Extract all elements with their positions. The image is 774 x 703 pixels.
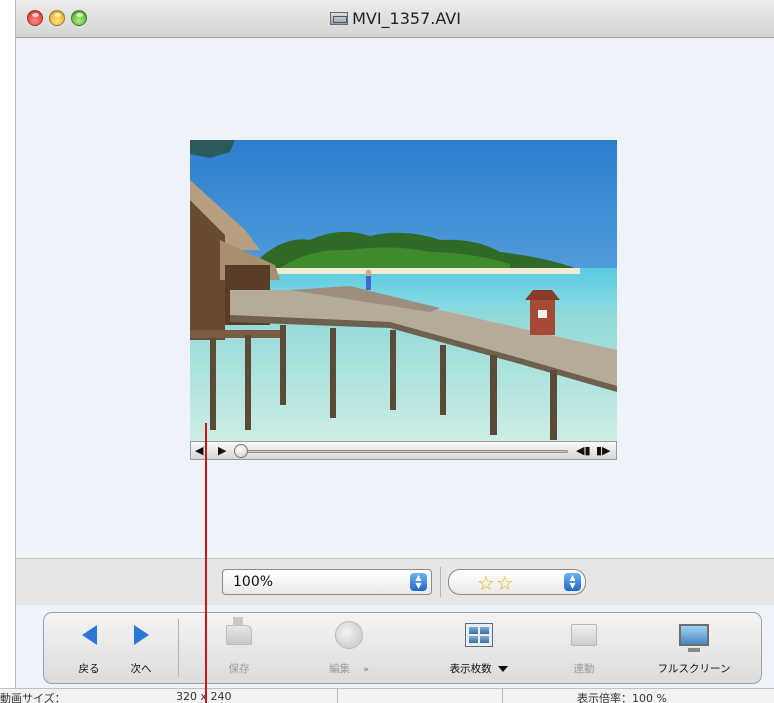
save-button[interactable]: 保存 (214, 617, 264, 676)
next-button[interactable]: 次へ (116, 617, 166, 676)
status-divider (502, 689, 503, 703)
seek-knob[interactable] (234, 444, 248, 458)
beach-video-image (190, 140, 617, 441)
movie-file-icon (330, 12, 349, 25)
display-count-label: 表示枚数 (449, 663, 492, 675)
display-count-label-wrap: 表示枚数 (439, 661, 519, 676)
step-forward-button[interactable]: ▮▶ (596, 443, 611, 459)
seek-track[interactable] (243, 450, 568, 453)
status-bar: 動画サイズ： 320 x 240 表示倍率：100 % (0, 688, 774, 703)
status-zoom-label: 表示倍率：100 % (577, 692, 667, 703)
play-button[interactable]: ▶ (218, 443, 232, 459)
video-frame[interactable] (190, 140, 617, 441)
fullscreen-button[interactable]: フルスクリーン (644, 617, 744, 676)
edit-label-wrap: 編集 » (319, 661, 379, 676)
volume-icon[interactable]: ◀) (195, 443, 211, 459)
continuous-button[interactable]: 連動 (559, 617, 609, 676)
annotation-pointer-line (205, 423, 207, 703)
back-arrow-icon (81, 625, 97, 645)
fullscreen-monitor-icon (679, 624, 709, 652)
status-size-value: 320 x 240 (176, 690, 232, 703)
back-button[interactable]: 戻る (64, 617, 114, 676)
zoom-stepper-icon[interactable]: ▲ ▼ (410, 573, 427, 591)
viewer-window: MVI_1357.AVI ◀) ▶ ◀▮ ▮▶ 100% ▲ ▼ ☆☆ ▲ ▼ … (15, 0, 774, 703)
next-label: 次へ (130, 663, 152, 675)
rating-stepper-icon[interactable]: ▲ ▼ (564, 573, 581, 591)
status-divider (337, 689, 338, 703)
options-divider (440, 567, 441, 597)
display-count-grid-icon (465, 623, 493, 647)
video-controls: ◀) ▶ ◀▮ ▮▶ (190, 441, 617, 460)
zoom-select-value: 100% (233, 574, 274, 590)
edit-menu-chevron-icon[interactable]: » (363, 665, 369, 675)
step-back-button[interactable]: ◀▮ (576, 443, 591, 459)
display-count-button[interactable]: 表示枚数 (439, 617, 519, 676)
status-size-label: 動画サイズ： (0, 692, 66, 703)
back-label: 戻る (78, 663, 100, 675)
display-count-dropdown-icon[interactable] (498, 666, 509, 672)
edit-label: 編集 (329, 663, 351, 675)
title-bar[interactable]: MVI_1357.AVI (16, 0, 774, 38)
zoom-select[interactable]: 100% ▲ ▼ (222, 569, 432, 595)
options-bar: 100% ▲ ▼ ☆☆ ▲ ▼ (16, 558, 774, 605)
save-label: 保存 (228, 663, 250, 675)
toolbar-divider (178, 619, 179, 677)
window-title: MVI_1357.AVI (352, 9, 461, 28)
preview-area: ◀) ▶ ◀▮ ▮▶ (16, 38, 774, 558)
continuous-label: 連動 (573, 663, 595, 675)
edit-palette-icon (335, 621, 363, 649)
toolbar: 戻る 次へ 保存 編集 » 表示枚数 連動 フルスクリーン (43, 612, 762, 684)
next-arrow-icon (133, 625, 149, 645)
rating-select[interactable]: ☆☆ ▲ ▼ (448, 569, 586, 595)
window-title-wrap: MVI_1357.AVI (16, 9, 774, 28)
save-folder-icon (226, 617, 252, 645)
fullscreen-label: フルスクリーン (657, 663, 731, 675)
rating-stars: ☆☆ (477, 571, 515, 595)
edit-button[interactable]: 編集 » (319, 617, 379, 676)
continuous-icon (571, 624, 597, 646)
